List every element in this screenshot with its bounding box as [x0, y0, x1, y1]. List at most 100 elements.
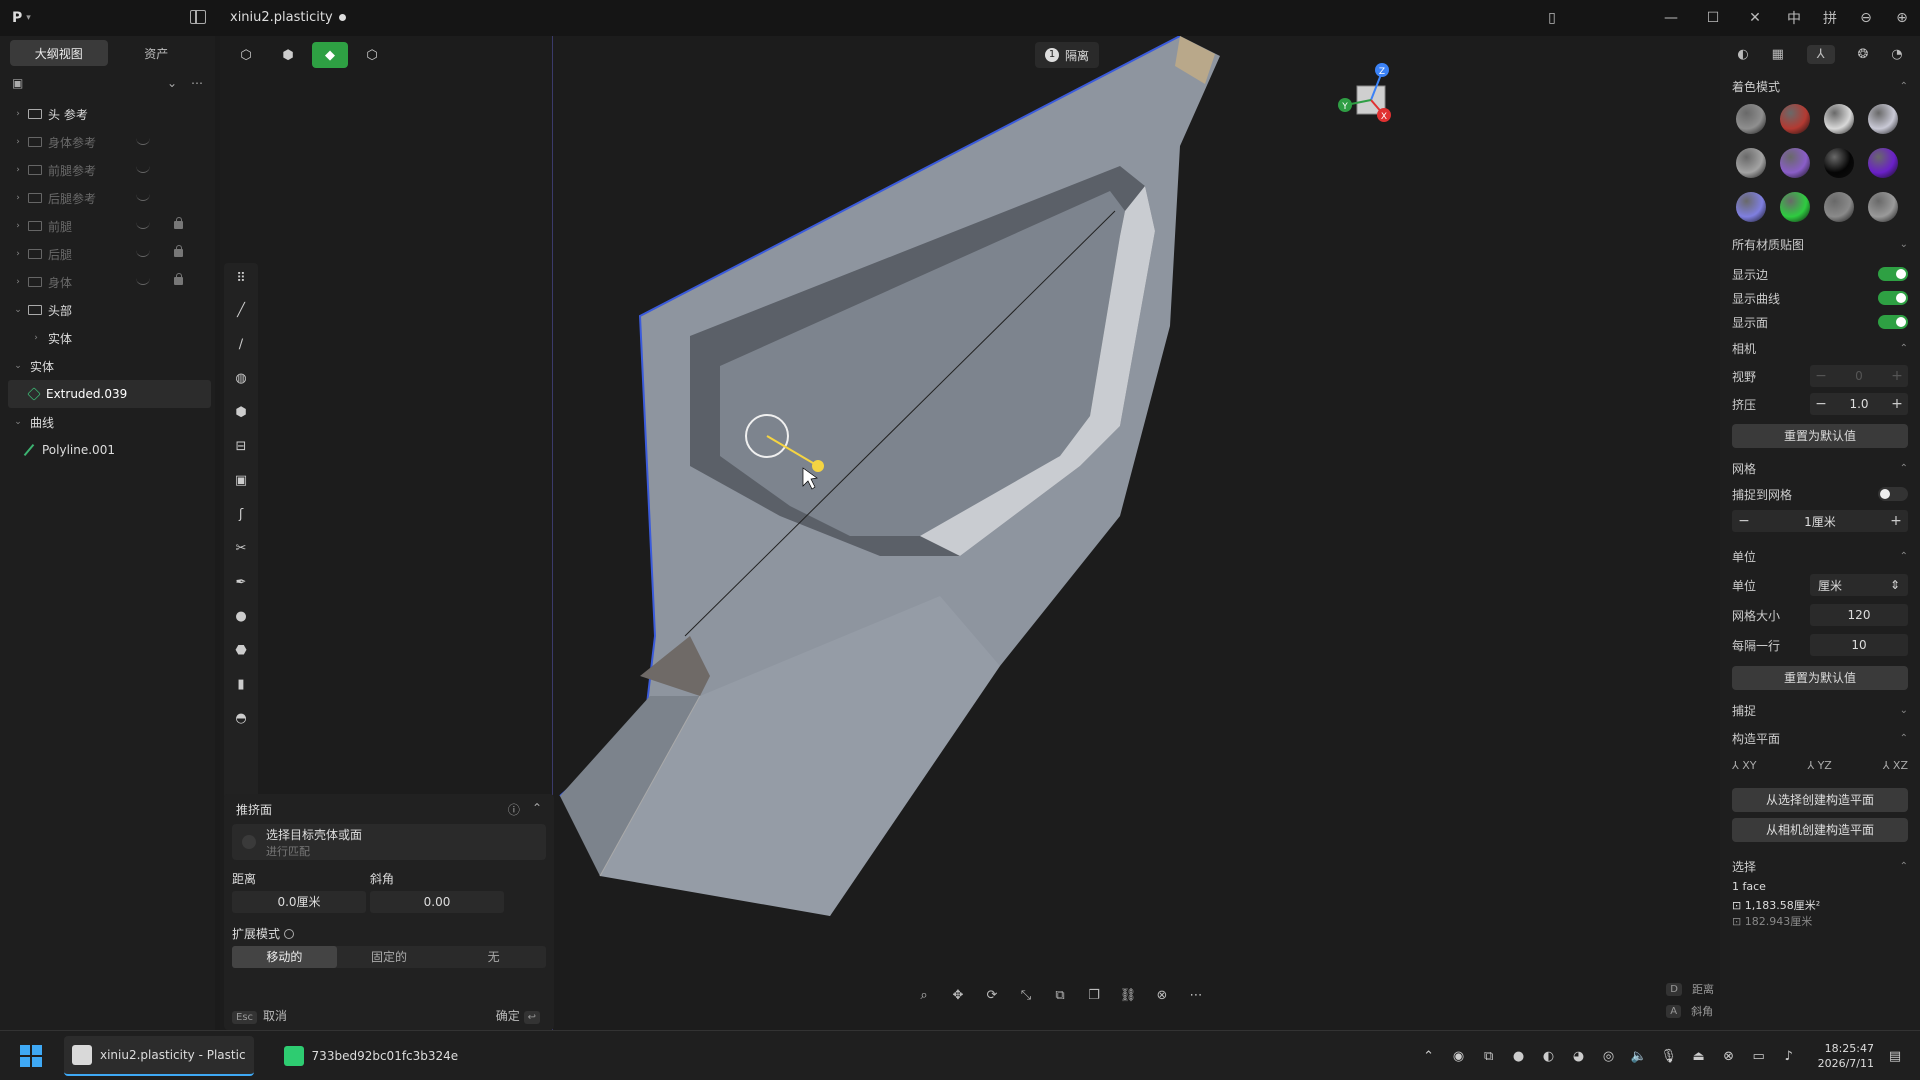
app-tray-icon[interactable]: ◐ [1540, 1047, 1558, 1065]
chevron-up-icon[interactable]: ⌃ [1420, 1047, 1438, 1065]
duplicate-icon[interactable]: ❐ [1082, 983, 1106, 1007]
material-swatch[interactable] [1868, 192, 1898, 222]
chevron-down-icon[interactable]: ⌄ [1900, 239, 1908, 250]
sphere-tool-icon[interactable]: ● [232, 607, 250, 625]
material-swatch[interactable] [1824, 104, 1854, 134]
notification-icon[interactable]: ▤ [1886, 1047, 1904, 1065]
cylinder-solid-icon[interactable]: ▮ [232, 675, 250, 693]
3d-viewport[interactable]: Z X Y ⬡ ⬢ ◆ ⬡ 1 隔离 ⠿ ╱ ∕ ◍ ⬢ ⊟ ▣ ʃ ✂ ✒ ●… [220, 36, 1720, 1030]
material-swatch[interactable] [1780, 192, 1810, 222]
collapse-chevron-icon[interactable]: ⌃ [1900, 733, 1908, 744]
grid-step-stepper[interactable]: − 1厘米 + [1732, 510, 1908, 532]
material-swatch[interactable] [1868, 148, 1898, 178]
snap-to-grid-toggle[interactable] [1878, 487, 1908, 501]
circle-tool-icon[interactable]: ◍ [232, 369, 250, 387]
grip-icon[interactable]: ⠿ [232, 269, 250, 287]
chevron-down-icon[interactable]: ⌄ [12, 305, 24, 315]
zoom-in-icon[interactable]: ⊕ [1884, 0, 1920, 36]
move-icon[interactable]: ✥ [946, 983, 970, 1007]
chevron-right-icon[interactable]: › [12, 277, 24, 287]
tab-assets[interactable]: 资产 [108, 40, 206, 66]
render-icon[interactable]: ❂ [1857, 47, 1868, 62]
sidebar-toggle-icon[interactable] [190, 10, 206, 24]
tree-item-folder[interactable]: › 后腿 [0, 240, 215, 268]
hidden-eye-icon[interactable] [136, 138, 150, 145]
squash-stepper[interactable]: − 1.0 + [1810, 393, 1908, 415]
chevron-right-icon[interactable]: › [12, 165, 24, 175]
info-icon[interactable] [284, 928, 295, 939]
cplane-from-camera-button[interactable]: 从相机创建构造平面 [1732, 818, 1908, 842]
show-faces-toggle[interactable] [1878, 315, 1908, 329]
lock-icon[interactable] [174, 217, 183, 229]
plane-xy-button[interactable]: ⅄ XY [1732, 759, 1756, 772]
new-folder-icon[interactable]: ▣ [12, 76, 23, 90]
cylinder-tool-icon[interactable]: ⊟ [232, 437, 250, 455]
plus-icon[interactable]: + [1886, 368, 1908, 384]
tree-item-subgroup[interactable]: › 实体 [0, 324, 215, 352]
show-edges-toggle[interactable] [1878, 267, 1908, 281]
plus-icon[interactable]: + [1886, 396, 1908, 412]
unit-select[interactable]: 厘米 ⇕ [1810, 574, 1908, 596]
chevron-right-icon[interactable]: › [12, 137, 24, 147]
spiral-tool-icon[interactable]: ʃ [232, 505, 250, 523]
usb-icon[interactable]: ⏏ [1690, 1047, 1708, 1065]
tree-item-group[interactable]: ⌄ 实体 [0, 352, 215, 380]
ime-chinese-indicator[interactable]: 中 [1776, 0, 1812, 36]
rectangle-tool-icon[interactable]: ▣ [232, 471, 250, 489]
search-icon[interactable]: ⌕ [912, 983, 936, 1007]
globe-icon[interactable]: ◔ [1891, 47, 1902, 62]
tree-item-folder[interactable]: › 身体 [0, 268, 215, 296]
axes-icon[interactable]: ⅄ [1806, 44, 1835, 64]
box-tool-icon[interactable]: ⬣ [232, 641, 250, 659]
solid-mode-button[interactable]: ⬡ [354, 42, 390, 68]
collapse-chevron-icon[interactable]: ⌃ [532, 801, 542, 818]
tree-item-folder[interactable]: › 前腿参考 [0, 156, 215, 184]
distance-field[interactable]: 0.0厘米 [232, 891, 366, 913]
collapse-chevron-icon[interactable]: ⌃ [1900, 81, 1908, 92]
app-tray-icon[interactable]: ● [1510, 1047, 1528, 1065]
material-swatch[interactable] [1736, 192, 1766, 222]
app-tray-icon[interactable]: ◎ [1600, 1047, 1618, 1065]
mode-fixed-option[interactable]: 固定的 [337, 946, 442, 968]
app-tray-icon[interactable]: ◕ [1570, 1047, 1588, 1065]
microphone-icon[interactable]: 🎙 [1660, 1047, 1678, 1065]
tree-item-folder[interactable]: › 后腿参考 [0, 184, 215, 212]
close-circle-icon[interactable]: ⊗ [1720, 1047, 1738, 1065]
pen-tool-icon[interactable]: ✒ [232, 573, 250, 591]
boolean-icon[interactable]: ⊗ [1150, 983, 1174, 1007]
grid-size-field[interactable]: 120 [1810, 604, 1908, 626]
mode-none-option[interactable]: 无 [441, 946, 546, 968]
hidden-eye-icon[interactable] [136, 278, 150, 285]
fillet-tool-icon[interactable]: ◓ [232, 709, 250, 727]
offset-icon[interactable]: ⧉ [1048, 983, 1072, 1007]
hidden-eye-icon[interactable] [136, 250, 150, 257]
maximize-button[interactable]: ☐ [1692, 0, 1734, 36]
tree-item-folder[interactable]: ⌄ 头部 [0, 296, 215, 324]
cancel-button[interactable]: Esc 取消 [232, 1007, 287, 1024]
chevron-right-icon[interactable]: › [30, 333, 42, 343]
speaker-icon[interactable]: ♪ [1780, 1047, 1798, 1065]
minus-icon[interactable]: − [1732, 513, 1756, 529]
tree-item-folder[interactable]: › 身体参考 [0, 128, 215, 156]
plane-yz-button[interactable]: ⅄ YZ [1807, 759, 1831, 772]
app-menu-button[interactable]: P ▾ [0, 10, 46, 26]
chevron-right-icon[interactable]: › [12, 249, 24, 259]
tree-item-group[interactable]: ⌄ 曲线 [0, 408, 215, 436]
plus-icon[interactable]: + [1884, 513, 1908, 529]
lock-icon[interactable] [174, 273, 183, 285]
tab-outliner[interactable]: 大纲视图 [10, 40, 108, 66]
isolate-button[interactable]: 1 隔离 [1035, 42, 1100, 68]
material-swatch[interactable] [1824, 148, 1854, 178]
reset-camera-button[interactable]: 重置为默认值 [1732, 424, 1908, 448]
cplane-from-selection-button[interactable]: 从选择创建构造平面 [1732, 788, 1908, 812]
zoom-out-icon[interactable]: ⊖ [1848, 0, 1884, 36]
clock[interactable]: 18:25:47 2026/7/11 [1818, 1041, 1874, 1071]
fov-stepper[interactable]: − 0 + [1810, 365, 1908, 387]
curve-tool-icon[interactable]: ∕ [232, 335, 250, 353]
scale-icon[interactable]: ⤡ [1014, 983, 1038, 1007]
close-button[interactable]: ✕ [1734, 0, 1776, 36]
chevron-right-icon[interactable]: › [12, 193, 24, 203]
angle-field[interactable]: 0.00 [370, 891, 504, 913]
material-swatch[interactable] [1736, 148, 1766, 178]
tree-item-folder[interactable]: › 前腿 [0, 212, 215, 240]
